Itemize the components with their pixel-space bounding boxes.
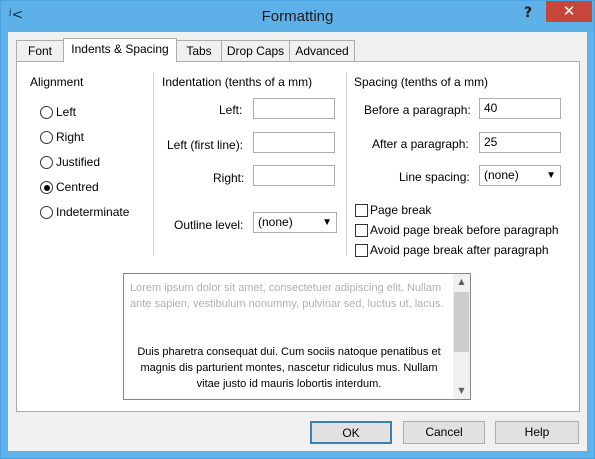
chevron-down-icon: ▼ — [322, 217, 332, 228]
preview-context-text: Lorem ipsum dolor sit amet, consectetuer… — [130, 282, 444, 310]
outline-level-value: (none) — [258, 215, 293, 229]
avoid-break-before-checkbox[interactable] — [355, 224, 368, 237]
tab-advanced[interactable]: Advanced — [289, 40, 355, 61]
outline-level-label: Outline level: — [174, 218, 244, 232]
paragraph-preview[interactable]: Lorem ipsum dolor sit amet, consectetuer… — [123, 273, 471, 400]
line-spacing-label: Line spacing: — [399, 170, 470, 184]
tab-font[interactable]: Font — [16, 40, 64, 61]
scroll-down-icon[interactable]: ▼ — [453, 386, 470, 395]
indent-left-label: Left: — [219, 103, 243, 117]
scroll-up-icon[interactable]: ▲ — [453, 277, 470, 286]
indent-first-line-input[interactable] — [253, 132, 335, 153]
radio-indeterminate-label[interactable]: Indeterminate — [56, 205, 129, 219]
preview-sample-text: Duis pharetra consequat dui. Cum sociis … — [137, 346, 441, 390]
tab-tabs[interactable]: Tabs — [176, 40, 222, 61]
spacing-heading: Spacing (tenths of a mm) — [354, 75, 489, 89]
before-paragraph-input[interactable]: 40 — [479, 98, 561, 119]
radio-justified[interactable] — [40, 156, 53, 169]
line-spacing-value: (none) — [484, 168, 519, 182]
title-bar[interactable]: ʲ< Formatting ? ✕ — [1, 1, 594, 32]
outline-level-select[interactable]: (none) ▼ — [253, 212, 337, 233]
indent-left-input[interactable] — [253, 98, 335, 119]
line-spacing-select[interactable]: (none) ▼ — [479, 165, 561, 186]
radio-justified-label[interactable]: Justified — [56, 155, 100, 169]
radio-indeterminate[interactable] — [40, 206, 53, 219]
tab-drop-caps[interactable]: Drop Caps — [221, 40, 290, 61]
radio-right[interactable] — [40, 131, 53, 144]
ok-button[interactable]: OK — [310, 421, 392, 444]
indent-right-label: Right: — [213, 171, 245, 185]
indents-spacing-panel: Alignment Left Right Justified Centred I… — [16, 61, 580, 412]
page-break-label[interactable]: Page break — [370, 203, 431, 217]
divider-left — [153, 72, 154, 256]
radio-left[interactable] — [40, 106, 53, 119]
help-button[interactable]: Help — [495, 421, 579, 444]
indent-first-line-label: Left (first line): — [167, 138, 244, 152]
before-paragraph-label: Before a paragraph: — [364, 103, 471, 117]
alignment-heading: Alignment — [30, 75, 84, 89]
dialog-body: Font Indents & Spacing Tabs Drop Caps Ad… — [8, 32, 587, 451]
scroll-thumb[interactable] — [454, 292, 469, 352]
indent-right-input[interactable] — [253, 165, 335, 186]
avoid-break-after-label[interactable]: Avoid page break after paragraph — [370, 243, 549, 257]
page-break-checkbox[interactable] — [355, 204, 368, 217]
chevron-down-icon: ▼ — [546, 170, 556, 181]
avoid-break-before-label[interactable]: Avoid page break before paragraph — [370, 223, 559, 237]
preview-scrollbar[interactable]: ▲ ▼ — [453, 274, 470, 399]
indentation-heading: Indentation (tenths of a mm) — [162, 75, 313, 89]
after-paragraph-label: After a paragraph: — [372, 137, 469, 151]
formatting-dialog: ʲ< Formatting ? ✕ Font Indents & Spacing… — [0, 0, 595, 459]
avoid-break-after-checkbox[interactable] — [355, 244, 368, 257]
radio-centred[interactable] — [40, 181, 53, 194]
divider-right — [346, 72, 347, 256]
cancel-button[interactable]: Cancel — [403, 421, 485, 444]
after-paragraph-input[interactable]: 25 — [479, 132, 561, 153]
dialog-title: Formatting — [261, 8, 334, 25]
radio-right-label[interactable]: Right — [56, 130, 84, 144]
tab-indents-spacing[interactable]: Indents & Spacing — [63, 38, 177, 62]
help-title-button[interactable]: ? — [516, 5, 540, 25]
radio-left-label[interactable]: Left — [56, 105, 76, 119]
radio-centred-label[interactable]: Centred — [56, 180, 99, 194]
close-button[interactable]: ✕ — [546, 1, 592, 22]
